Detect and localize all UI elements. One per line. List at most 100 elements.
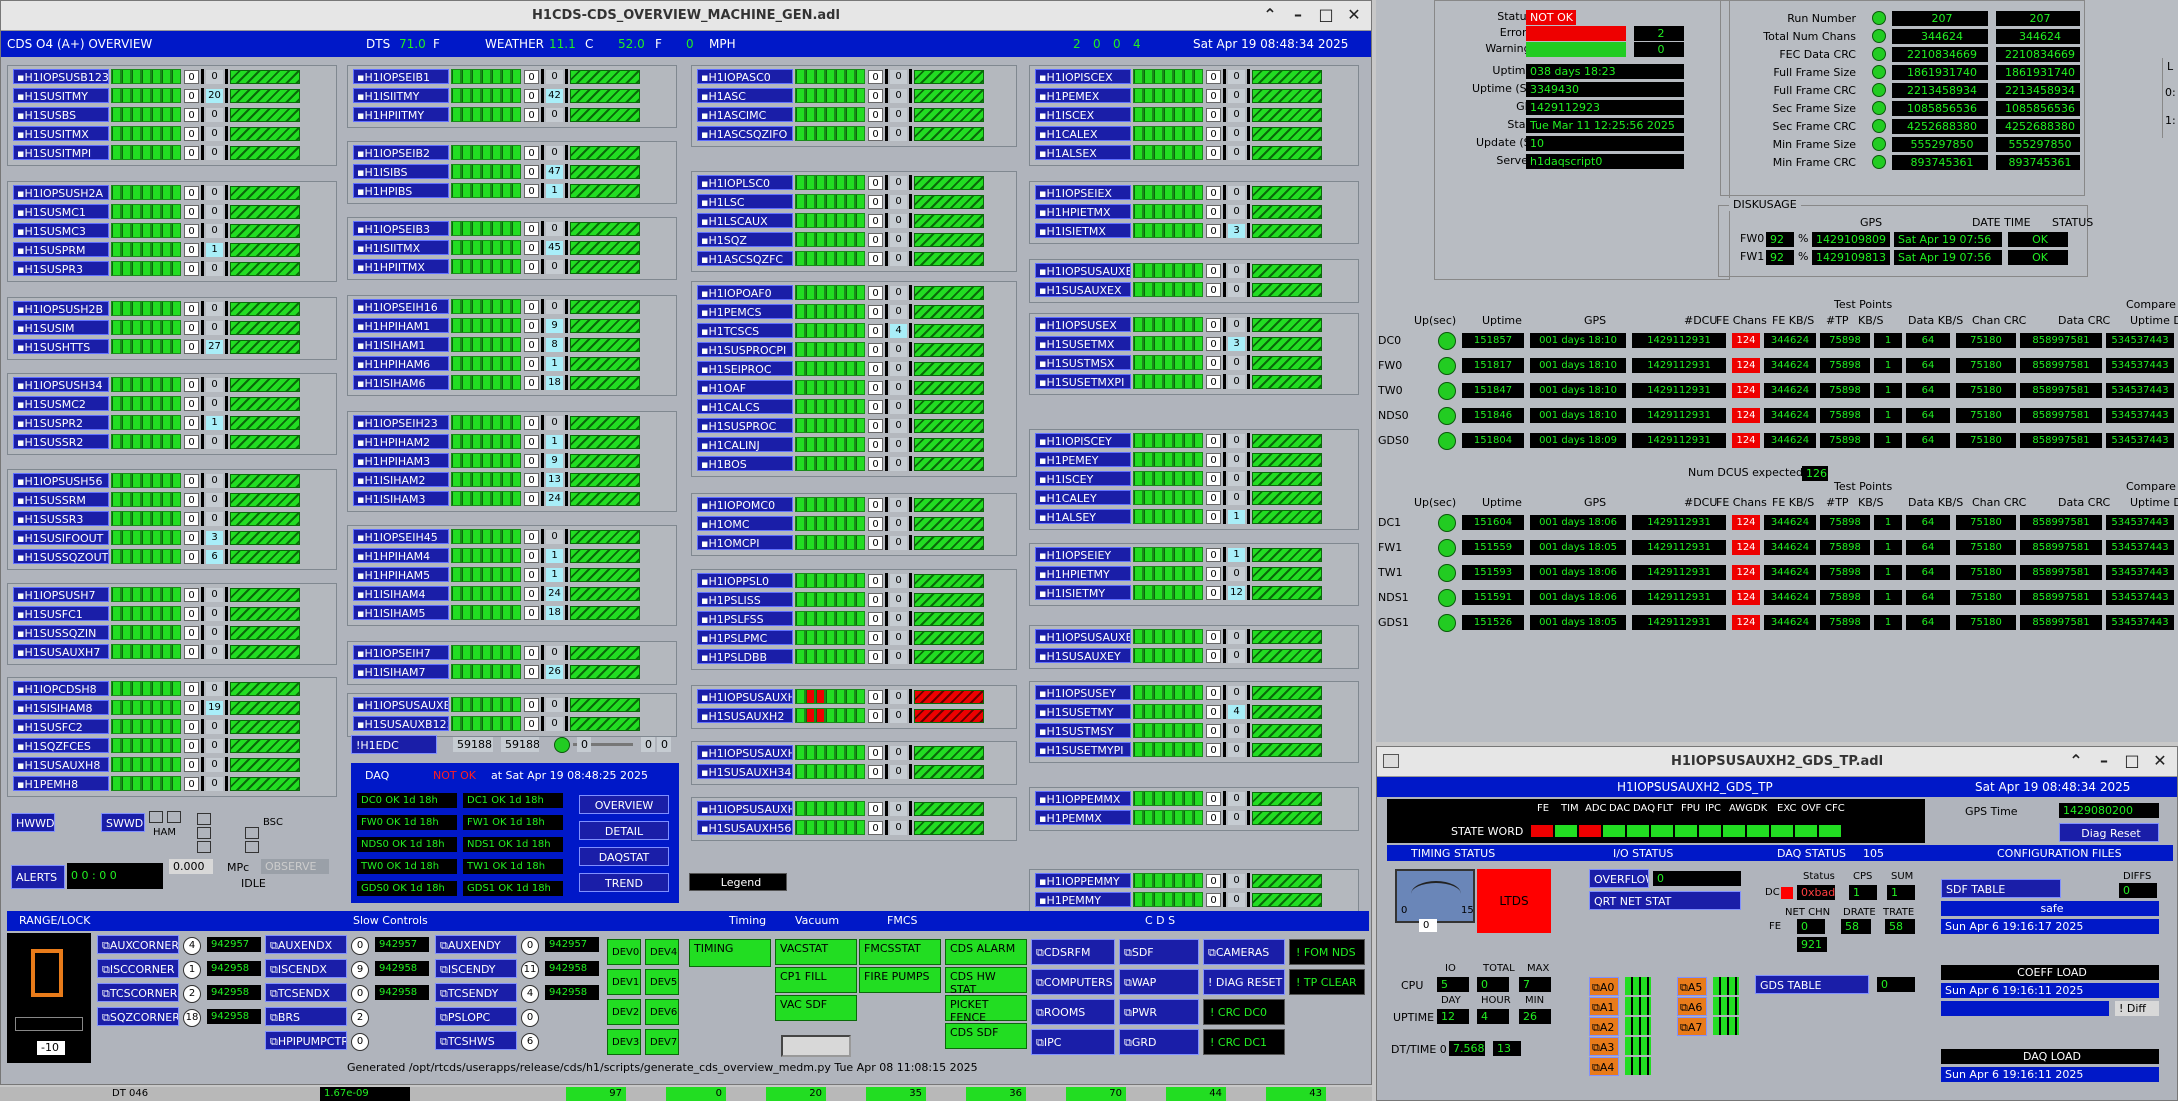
cds-status-button[interactable]: CDS SDF — [945, 1023, 1027, 1049]
cds-action-button[interactable]: ! TP CLEAR — [1289, 969, 1365, 995]
model-name-button[interactable]: ▪H1PEMH8 — [13, 776, 109, 791]
model-status-hatch[interactable] — [914, 380, 984, 395]
model-status-hatch[interactable] — [570, 472, 640, 487]
model-name-button[interactable]: ▪H1SUSMC3 — [13, 223, 109, 238]
model-name-button[interactable]: ▪H1IOPSUSAUXB123 — [353, 697, 449, 712]
model-status-hatch[interactable] — [1252, 263, 1322, 278]
model-status-hatch[interactable] — [230, 738, 300, 753]
daq-daqstat-button[interactable]: DAQSTAT — [579, 847, 669, 866]
model-name-button[interactable]: ▪H1IOPOMC0 — [697, 497, 793, 512]
model-name-button[interactable]: ▪H1SUSAUXH8 — [13, 757, 109, 772]
slow-control-button[interactable]: ⧉TCSENDX — [265, 983, 347, 1002]
model-status-hatch[interactable] — [914, 251, 984, 266]
model-status-hatch[interactable] — [570, 548, 640, 563]
model-status-hatch[interactable] — [914, 820, 984, 835]
model-name-button[interactable]: ▪H1OAF — [697, 380, 793, 395]
adc-button[interactable]: ⧉A6 — [1677, 997, 1707, 1016]
model-name-button[interactable]: ▪H1ISIHAM6 — [353, 375, 449, 390]
model-status-hatch[interactable] — [570, 697, 640, 712]
model-status-hatch[interactable] — [570, 529, 640, 544]
model-status-hatch[interactable] — [230, 69, 300, 84]
model-name-button[interactable]: ▪H1LSC — [697, 194, 793, 209]
qrt-net-stat-button[interactable]: QRT NET STAT — [1589, 891, 1741, 910]
timing-button[interactable]: TIMING — [689, 939, 771, 967]
close-icon[interactable]: ✕ — [1345, 5, 1363, 24]
model-status-hatch[interactable] — [230, 301, 300, 316]
model-status-hatch[interactable] — [1252, 810, 1322, 825]
model-name-button[interactable]: ▪H1SUSAUXH34 — [697, 764, 793, 779]
model-name-button[interactable]: ▪H1IOPSEIH7 — [353, 645, 449, 660]
model-status-hatch[interactable] — [570, 164, 640, 179]
model-status-hatch[interactable] — [1252, 204, 1322, 219]
model-status-hatch[interactable] — [914, 361, 984, 376]
model-name-button[interactable]: ▪H1SUSPRM — [13, 242, 109, 257]
model-name-button[interactable]: ▪H1IOPSUSH2A — [13, 185, 109, 200]
model-status-hatch[interactable] — [1252, 704, 1322, 719]
model-status-hatch[interactable] — [1252, 791, 1322, 806]
model-status-hatch[interactable] — [230, 223, 300, 238]
model-name-button[interactable]: ▪H1IOPSUSH7 — [13, 587, 109, 602]
model-name-button[interactable]: ▪H1SUSSQZOUT — [13, 549, 109, 564]
minimize-icon[interactable]: ⌃ — [2067, 751, 2085, 770]
model-name-button[interactable]: ▪H1IOPSUSAUXEY — [1035, 629, 1131, 644]
model-name-button[interactable]: ▪H1SUSETMYPI — [1035, 742, 1131, 757]
model-name-button[interactable]: ▪H1SUSITMY — [13, 88, 109, 103]
minimize-icon[interactable]: ⌃ — [1261, 5, 1279, 24]
model-name-button[interactable]: ▪H1ASC — [697, 88, 793, 103]
model-status-hatch[interactable] — [914, 497, 984, 512]
model-name-button[interactable]: ▪H1HPIHAM6 — [353, 356, 449, 371]
model-name-button[interactable]: ▪H1HPIHAM1 — [353, 318, 449, 333]
model-status-hatch[interactable] — [570, 375, 640, 390]
dev-button[interactable]: DEV4 — [645, 939, 679, 965]
model-name-button[interactable]: ▪H1PEMEY — [1035, 452, 1131, 467]
minimize2-icon[interactable]: – — [2095, 751, 2113, 770]
model-name-button[interactable]: ▪H1IOPSUSEY — [1035, 685, 1131, 700]
model-status-hatch[interactable] — [570, 318, 640, 333]
model-status-hatch[interactable] — [230, 492, 300, 507]
model-name-button[interactable]: ▪H1SUSIM — [13, 320, 109, 335]
model-status-hatch[interactable] — [914, 764, 984, 779]
model-name-button[interactable]: ▪H1ISIETMX — [1035, 223, 1131, 238]
model-name-button[interactable]: ▪H1IOPSUSH34 — [13, 377, 109, 392]
model-name-button[interactable]: ▪H1IOPSUSAUXH56 — [697, 801, 793, 816]
adc-button[interactable]: ⧉A3 — [1589, 1037, 1619, 1056]
model-status-hatch[interactable] — [230, 644, 300, 659]
model-status-hatch[interactable] — [1252, 185, 1322, 200]
model-status-hatch[interactable] — [230, 473, 300, 488]
model-name-button[interactable]: ▪H1SUSAUXEY — [1035, 648, 1131, 663]
model-status-hatch[interactable] — [914, 708, 984, 723]
diag-reset-button[interactable]: Diag Reset — [2059, 823, 2159, 842]
model-status-hatch[interactable] — [230, 88, 300, 103]
model-name-button[interactable]: ▪H1CALEY — [1035, 490, 1131, 505]
model-name-button[interactable]: ▪H1IOPOAF0 — [697, 285, 793, 300]
model-name-button[interactable]: ▪H1SUSHTTS — [13, 339, 109, 354]
model-name-button[interactable]: ▪H1ASCSQZIFO — [697, 126, 793, 141]
model-status-hatch[interactable] — [914, 399, 984, 414]
model-name-button[interactable]: ▪H1SUSAUXH7 — [13, 644, 109, 659]
model-status-hatch[interactable] — [1252, 88, 1322, 103]
model-name-button[interactable]: ▪H1IOPSUSH2B — [13, 301, 109, 316]
model-status-hatch[interactable] — [1252, 648, 1322, 663]
model-status-hatch[interactable] — [914, 689, 984, 704]
cds-nav-button[interactable]: ⧉CDSRFM — [1031, 939, 1115, 965]
model-name-button[interactable]: ▪H1IOPCDSH8 — [13, 681, 109, 696]
model-status-hatch[interactable] — [914, 573, 984, 588]
model-name-button[interactable]: ▪H1BOS — [697, 456, 793, 471]
model-name-button[interactable]: ▪H1OMC — [697, 516, 793, 531]
fmcs-button[interactable]: FIRE PUMPS — [859, 967, 941, 993]
model-status-hatch[interactable] — [230, 549, 300, 564]
model-status-hatch[interactable] — [914, 535, 984, 550]
model-name-button[interactable]: ▪H1ISIHAM4 — [353, 586, 449, 601]
model-status-hatch[interactable] — [570, 716, 640, 731]
vacuum-button[interactable]: VACSTAT — [775, 939, 857, 965]
model-status-hatch[interactable] — [1252, 374, 1322, 389]
model-status-hatch[interactable] — [1252, 585, 1322, 600]
model-name-button[interactable]: ▪H1HPIITMY — [353, 107, 449, 122]
fmcs-button[interactable]: FMCSSTAT — [859, 939, 941, 965]
model-name-button[interactable]: ▪H1IOPLSC0 — [697, 175, 793, 190]
slow-control-button[interactable]: ⧉HPIPUMPCTRL — [265, 1031, 347, 1050]
model-name-button[interactable]: ▪H1SUSIFOOUT — [13, 530, 109, 545]
slow-control-button[interactable]: ⧉BRS — [265, 1007, 347, 1026]
adc-button[interactable]: ⧉A5 — [1677, 977, 1707, 996]
model-name-button[interactable]: ▪H1ISIHAM3 — [353, 491, 449, 506]
